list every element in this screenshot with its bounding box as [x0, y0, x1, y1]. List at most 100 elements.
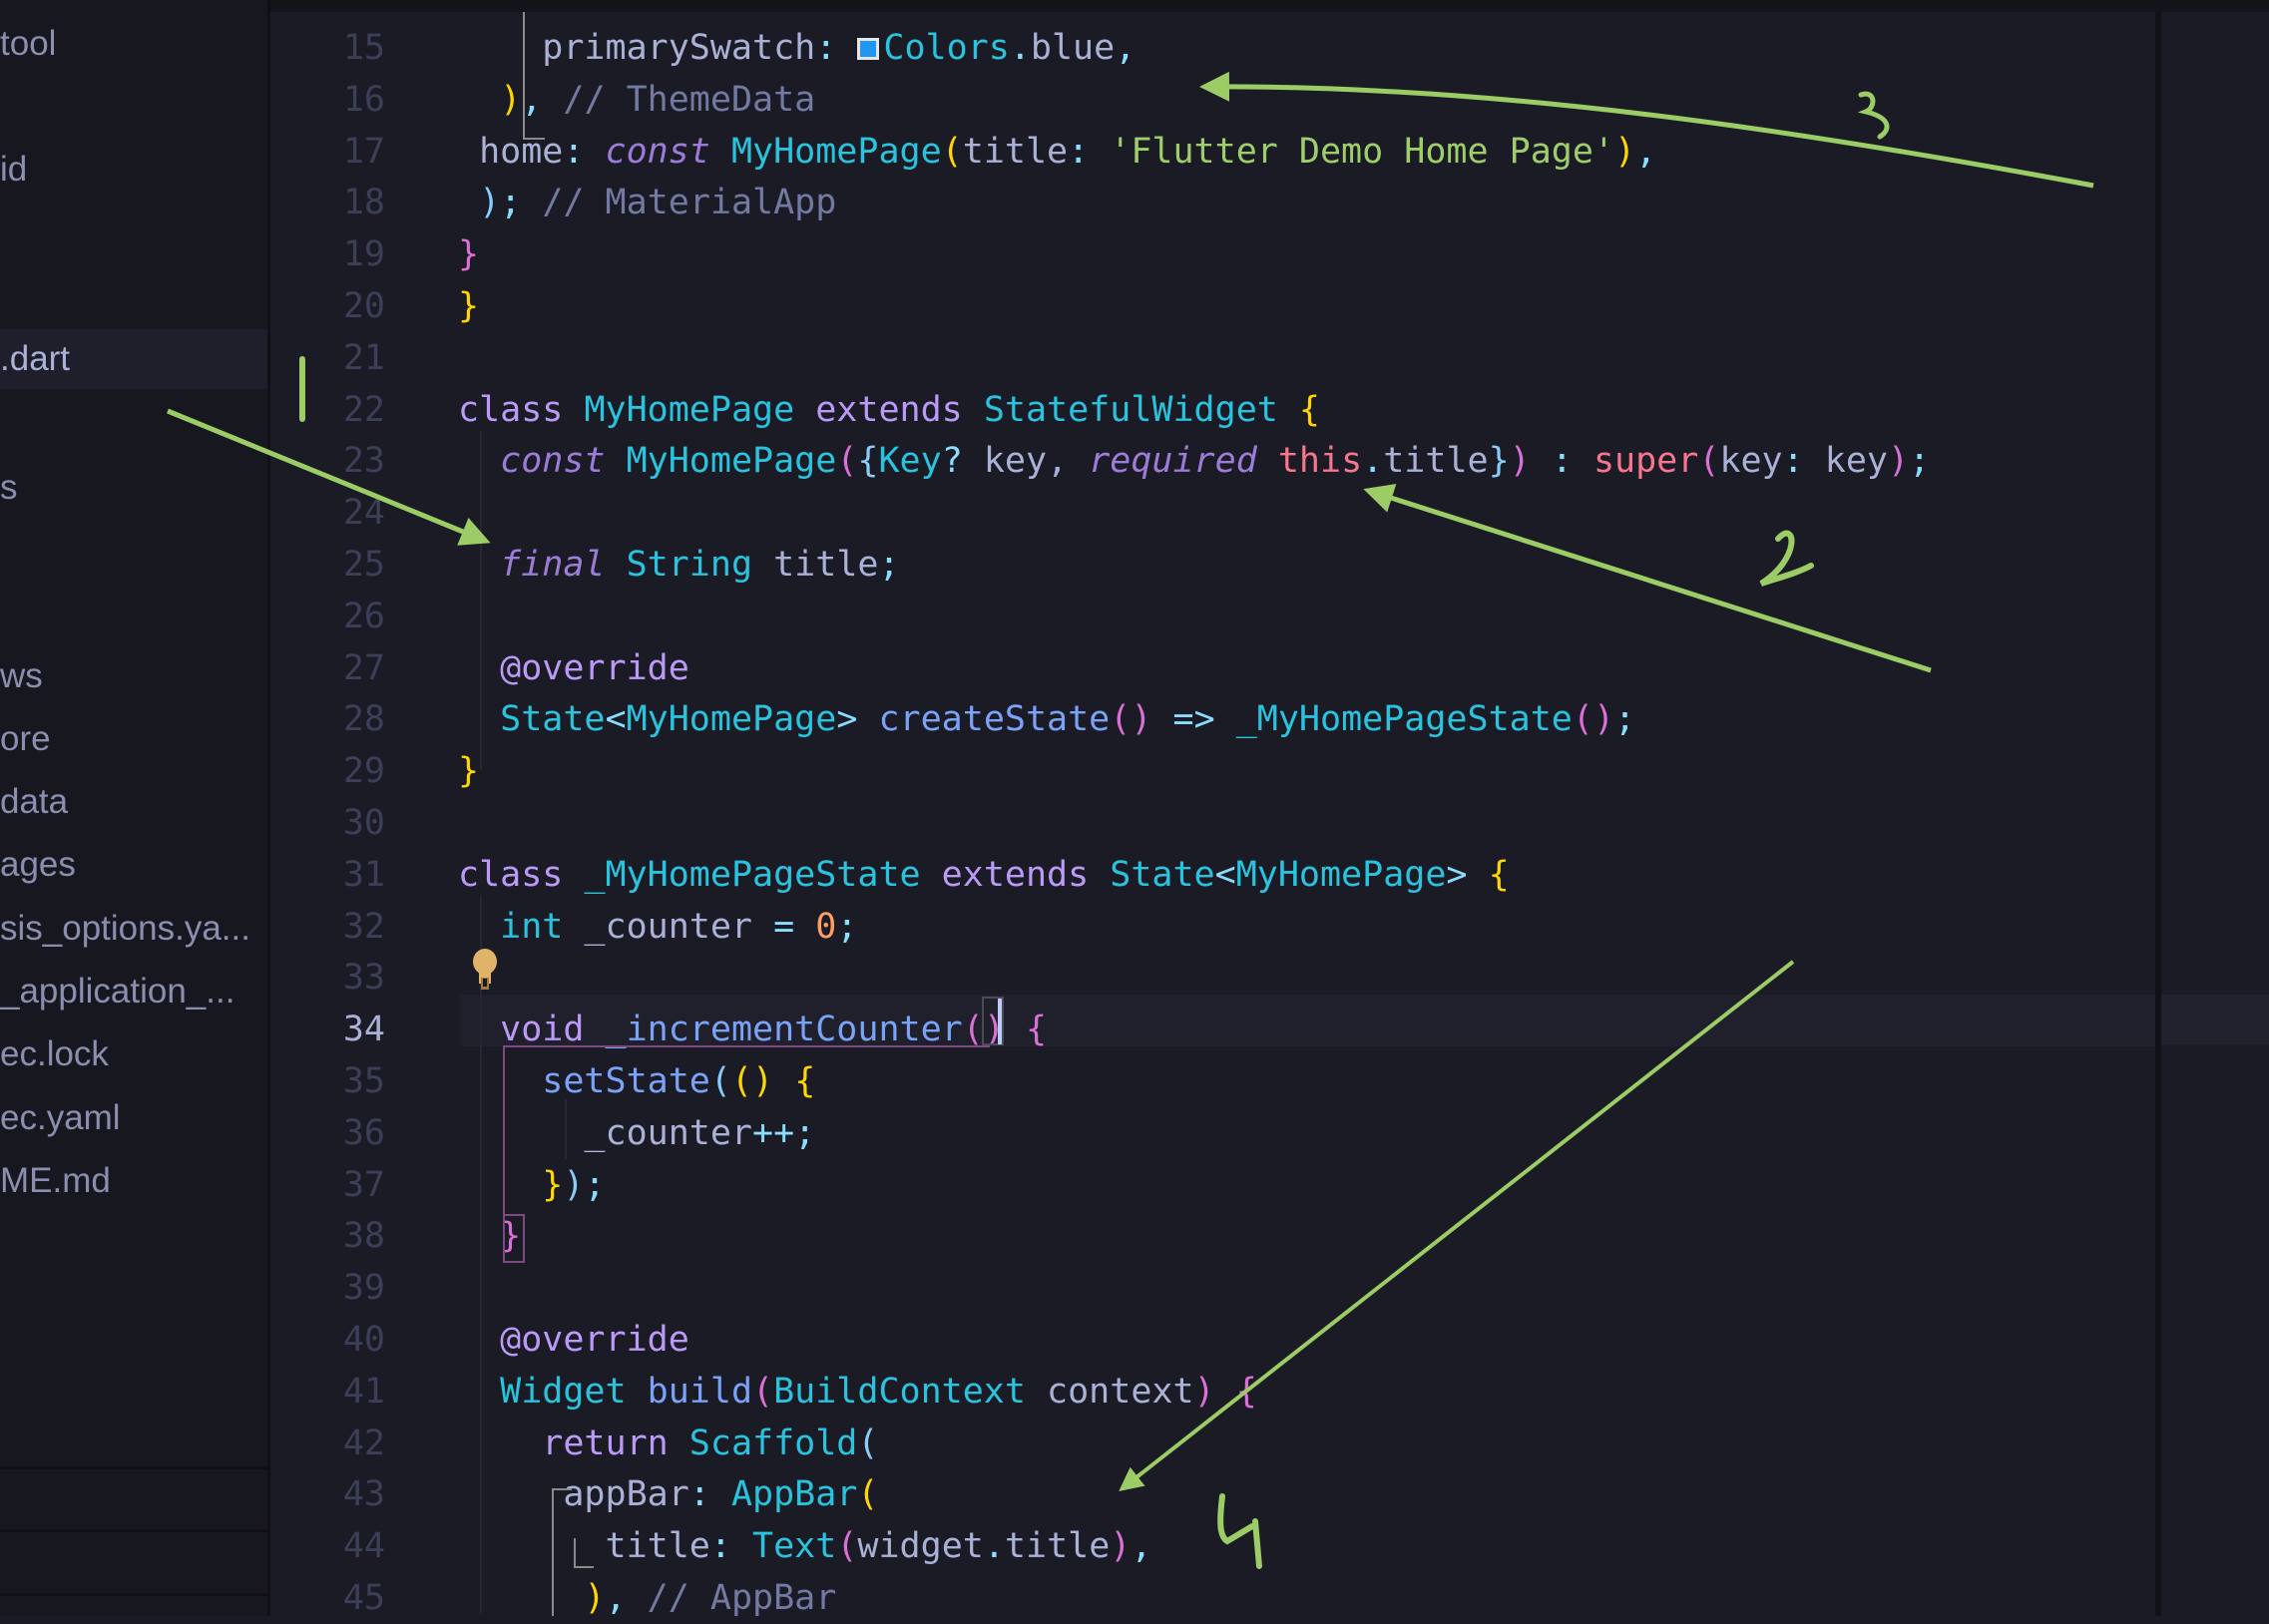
code-line[interactable]: 34 void _incrementCounter() { [270, 1004, 2156, 1055]
code-token: { [794, 1061, 816, 1101]
file-item[interactable]: ec.lock [0, 1024, 267, 1084]
line-number: 34 [342, 1010, 385, 1050]
panel-divider[interactable] [0, 1466, 267, 1469]
line-number: 45 [342, 1578, 385, 1618]
panel-divider[interactable] [0, 1593, 267, 1596]
code-text: } [458, 280, 479, 332]
code-line[interactable]: 22 class MyHomePage extends StatefulWidge… [270, 384, 2156, 436]
panel-divider[interactable] [0, 1529, 267, 1532]
code-line[interactable]: 17 home: const MyHomePage(title: 'Flutte… [270, 126, 2156, 178]
code-token: ( [836, 441, 858, 482]
line-number: 27 [342, 647, 385, 688]
code-token: = [773, 906, 795, 947]
file-item[interactable]: id [0, 140, 267, 200]
code-line[interactable]: 18 ); // MaterialApp [270, 177, 2156, 228]
code-token: : [709, 1526, 753, 1567]
code-token: ; [1614, 699, 1636, 740]
code-line[interactable]: 24 [270, 487, 2156, 539]
file-item[interactable]: data [0, 772, 267, 832]
code-line[interactable]: 21 [270, 332, 2156, 384]
code-token: MyHomePage [1235, 854, 1447, 895]
code-line[interactable]: 36 _counter++; [270, 1107, 2156, 1159]
code-line[interactable]: 15 primarySwatch: Colors.blue, [270, 22, 2156, 74]
code-line[interactable]: 29} [270, 745, 2156, 797]
file-item[interactable]: s [0, 458, 267, 518]
code-token: MyHomePage [584, 389, 795, 430]
line-number: 38 [342, 1216, 385, 1257]
code-token: } [458, 1164, 564, 1205]
code-token: } [458, 286, 480, 326]
code-line[interactable]: 20} [270, 280, 2156, 332]
code-line[interactable]: 23 const MyHomePage({Key? key, required … [270, 435, 2156, 487]
code-line[interactable]: 40 @override [270, 1314, 2156, 1366]
code-line[interactable]: 42 return Scaffold( [270, 1418, 2156, 1469]
bracket-scope-line [503, 1046, 507, 1221]
code-line[interactable]: 33 [270, 952, 2156, 1004]
indent-guide [523, 12, 525, 140]
file-label: ore [0, 719, 51, 758]
code-text: } [458, 745, 479, 797]
code-editor[interactable]: 15 primarySwatch: Colors.blue, 16 ), // T… [270, 12, 2158, 1618]
file-label: .dart [0, 339, 71, 378]
code-token: => [1151, 699, 1236, 740]
line-number: 37 [342, 1164, 385, 1205]
code-text: State<MyHomePage> createState() => _MyHo… [458, 693, 1635, 745]
code-line[interactable]: 26 [270, 591, 2156, 642]
code-line[interactable]: 30 [270, 797, 2156, 849]
code-line[interactable]: 19} [270, 228, 2156, 280]
code-line[interactable]: 31 class _MyHomePageState extends State<M… [270, 849, 2156, 901]
code-text: Widget build(BuildContext context) { [458, 1366, 1257, 1418]
file-item[interactable]: ec.yaml [0, 1088, 267, 1148]
code-token: BuildContext [773, 1371, 1026, 1412]
file-item-selected[interactable]: .dart [0, 329, 267, 389]
code-line[interactable]: 32 int _counter = 0; [270, 901, 2156, 953]
code-line[interactable]: 37 }); [270, 1159, 2156, 1211]
code-line[interactable]: 38 } [270, 1210, 2156, 1262]
code-line[interactable]: 25 final String title; [270, 539, 2156, 591]
code-line[interactable]: 27 @override [270, 642, 2156, 694]
indent-guide [574, 1566, 594, 1568]
line-number: 23 [342, 441, 385, 482]
code-token: ) [458, 79, 522, 120]
file-item[interactable]: tool [0, 14, 267, 74]
file-item[interactable]: ME.md [0, 1151, 267, 1211]
code-token: { [857, 441, 879, 482]
file-item[interactable]: ages [0, 835, 267, 895]
code-token: // ThemeData [563, 79, 816, 120]
file-item[interactable]: _application_... [0, 962, 267, 1021]
code-token: MyHomePage [730, 131, 942, 172]
color-swatch-icon[interactable] [857, 38, 880, 60]
code-token: { [1488, 854, 1510, 895]
lightbulb-icon[interactable] [470, 948, 500, 992]
text-cursor [998, 999, 1002, 1044]
code-token: { [1025, 1010, 1048, 1050]
indent-guide [552, 1488, 554, 1616]
code-line[interactable]: 41 Widget build(BuildContext context) { [270, 1366, 2156, 1418]
tab-bar-edge [0, 0, 2269, 12]
code-token: , [605, 1578, 648, 1618]
code-line[interactable]: 35 setState(() { [270, 1055, 2156, 1107]
code-token: appBar [458, 1474, 689, 1515]
file-item[interactable]: ore [0, 709, 267, 769]
code-line[interactable]: 39 [270, 1262, 2156, 1314]
code-line[interactable]: 16 ), // ThemeData [270, 74, 2156, 126]
code-text: @override [458, 1314, 689, 1366]
file-label: ec.lock [0, 1034, 109, 1073]
code-text: class _MyHomePageState extends State<MyH… [458, 849, 1510, 901]
file-item[interactable]: sis_options.ya... [0, 899, 267, 959]
file-label: id [0, 150, 28, 189]
file-item[interactable]: ws [0, 646, 267, 706]
code-line[interactable]: 28 State<MyHomePage> createState() => _M… [270, 693, 2156, 745]
minimap[interactable] [2161, 12, 2269, 1616]
